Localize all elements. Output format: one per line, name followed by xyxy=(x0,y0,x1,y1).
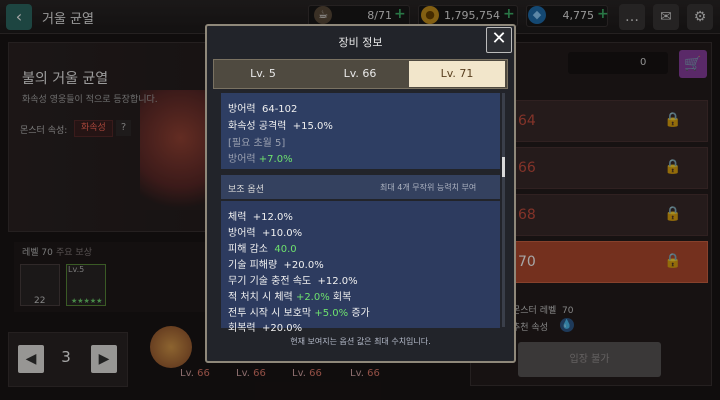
modal-title: 장비 정보 xyxy=(338,36,383,49)
tab-lv71[interactable]: Lv. 71 xyxy=(409,61,505,87)
sub-options-title: 보조 옵션 xyxy=(228,185,264,195)
option-row: 방어력 +10.0% xyxy=(228,228,303,239)
tab-lv66[interactable]: Lv. 66 xyxy=(312,61,408,87)
close-button[interactable]: ✕ xyxy=(486,27,512,53)
scrollbar-thumb[interactable] xyxy=(502,157,505,177)
option-row: 피해 감소 40.0 xyxy=(228,244,297,255)
stat-bonus: 방어력 +7.0% xyxy=(228,154,293,165)
tab-lv5[interactable]: Lv. 5 xyxy=(215,61,311,87)
sub-options-note: 최대 4개 무작위 능력치 부여 xyxy=(380,183,477,192)
option-row: 무기 기술 충전 속도 +12.0% xyxy=(228,276,358,287)
option-row: 전투 시작 시 보호막 +5.0% 증가 xyxy=(228,308,370,319)
option-row: 회복력 +20.0% xyxy=(228,323,303,334)
close-icon: ✕ xyxy=(491,28,507,49)
option-row: 기술 피해량 +20.0% xyxy=(228,260,324,271)
stat-fire-attack: 화속성 공격력 +15.0% xyxy=(228,121,333,132)
stat-defense: 방어력 64-102 xyxy=(228,104,298,115)
footer-note: 현재 보여지는 옵션 값은 최대 수치입니다. xyxy=(290,337,431,346)
option-row: 체력 +12.0% xyxy=(228,212,293,223)
scrollbar[interactable] xyxy=(502,93,505,327)
option-row: 적 처치 시 체력 +2.0% 회복 xyxy=(228,292,352,303)
stat-requirement: [필요 초월 5] xyxy=(228,138,286,149)
